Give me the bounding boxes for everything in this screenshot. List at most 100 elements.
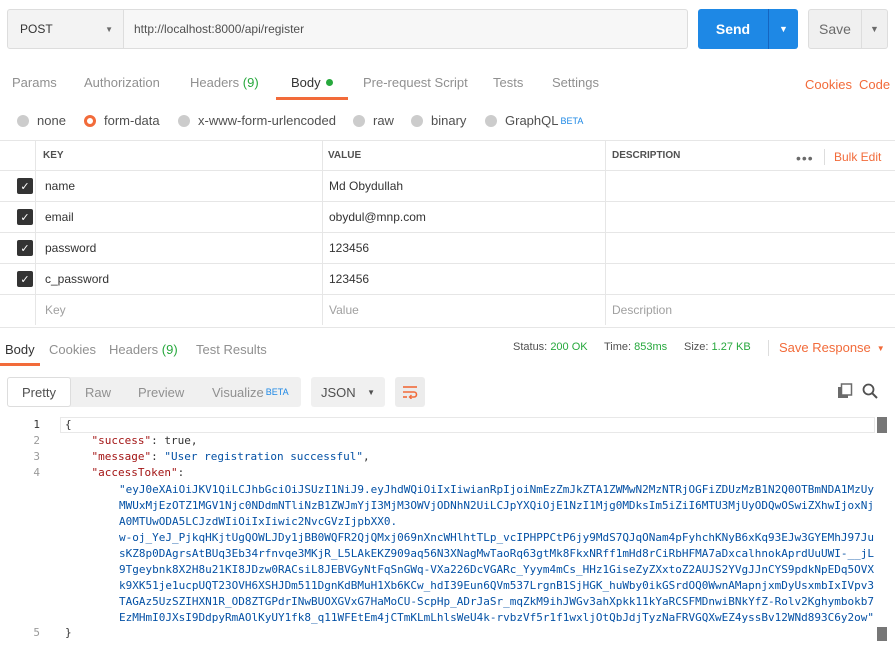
tab-settings[interactable]: Settings [552,75,599,90]
cookies-link[interactable]: Cookies [805,77,852,92]
param-value[interactable]: 123456 [329,264,369,294]
row-checkbox[interactable]: ✓ [17,240,33,256]
send-options-chevron-icon[interactable]: ▼ [768,9,798,49]
radio-raw-label: raw [373,113,394,128]
copy-icon[interactable] [837,383,853,402]
param-key[interactable]: password [45,233,96,263]
response-tabs: Body Cookies Headers (9) Test Results St… [0,327,895,366]
table-row: ✓ password 123456 [0,232,895,263]
tab-authorization[interactable]: Authorization [84,75,160,90]
resp-tab-headers-count: (9) [161,342,178,357]
send-label: Send [715,21,751,37]
more-options-icon[interactable]: ••• [796,150,814,166]
size-value: 1.27 KB [711,341,751,353]
method-label: POST [20,22,53,36]
radio-urlencoded[interactable]: x-www-form-urlencoded [178,113,336,128]
scrollbar-thumb-top[interactable] [877,417,887,433]
time-indicator: Time: 853ms [604,341,667,353]
method-select[interactable]: POST ▼ [7,9,124,49]
close-brace: } [65,626,72,639]
new-value-input[interactable]: Value [329,295,359,325]
tab-prerequest-script[interactable]: Pre-request Script [363,75,468,90]
size-indicator: Size: 1.27 KB [684,341,751,353]
param-key[interactable]: c_password [45,264,109,294]
param-key[interactable]: name [45,171,75,201]
response-format-label: JSON [321,384,356,400]
bulk-edit-link[interactable]: Bulk Edit [834,150,881,164]
active-resp-tab-underline [0,363,40,366]
code-line: "accessToken": [91,466,185,479]
status-indicator: Status: 200 OK [513,341,588,353]
radio-raw[interactable]: raw [353,113,394,128]
format-toolbar: Pretty Raw Preview Visualize BETA [7,377,301,407]
table-row: ✓ email obydul@mnp.com [0,201,895,232]
save-response-label: Save Response [779,340,871,355]
radio-binary[interactable]: binary [411,113,466,128]
tab-headers-count: (9) [242,75,259,90]
code-line: } [65,626,72,639]
response-format-select[interactable]: JSON ▼ [311,377,385,407]
chevron-down-icon: ▼ [367,387,375,397]
save-response-button[interactable]: Save Response ▼ [779,340,885,355]
line-number: 4 [33,466,40,479]
raw-button[interactable]: Raw [85,377,111,407]
json-value: true [164,434,191,447]
row-checkbox[interactable]: ✓ [17,209,33,225]
param-key[interactable]: email [45,202,74,232]
tab-headers-label: Headers [190,75,240,90]
param-value[interactable]: 123456 [329,233,369,263]
code-line: "message": "User registration successful… [91,450,370,463]
save-options-chevron-icon[interactable]: ▼ [861,10,887,48]
tab-headers[interactable]: Headers (9) [190,75,259,90]
token-line: sKZ8p0DAgrsAtBUq3Eb34rfnvqe3MKjR_L5LAkEK… [119,547,874,560]
new-key-input[interactable]: Key [45,295,66,325]
table-row: ✓ name Md Obydullah [0,170,895,201]
request-bar: POST ▼ http://localhost:8000/api/registe… [7,9,888,49]
save-button[interactable]: Save ▼ [808,9,888,49]
tab-tests[interactable]: Tests [493,75,523,90]
row-checkbox[interactable]: ✓ [17,178,33,194]
param-value[interactable]: obydul@mnp.com [329,202,426,232]
status-label: Status: [513,341,548,353]
active-tab-underline [276,97,348,100]
tab-params[interactable]: Params [12,75,57,90]
json-key: "success" [91,434,152,447]
wrap-lines-button[interactable] [395,377,425,407]
radio-form-data[interactable]: form-data [84,113,160,128]
column-header-value: VALUE [328,150,362,161]
table-row: ✓ c_password 123456 [0,263,895,294]
param-value[interactable]: Md Obydullah [329,171,403,201]
form-data-table: KEY VALUE DESCRIPTION ••• Bulk Edit ✓ na… [0,140,895,325]
radio-circle-icon [17,114,29,127]
status-value: 200 OK [550,341,588,353]
row-checkbox[interactable]: ✓ [17,271,33,287]
radio-graphql-label: GraphQL [505,113,559,128]
pretty-button[interactable]: Pretty [7,377,71,407]
code-link[interactable]: Code [859,77,890,92]
editor-scrollbar[interactable] [877,417,887,643]
radio-graphql[interactable]: GraphQL BETA [485,113,583,128]
chevron-down-icon: ▼ [105,24,113,34]
beta-badge: BETA [265,387,289,397]
tab-body[interactable]: Body [291,75,333,90]
size-label: Size: [684,341,709,353]
scrollbar-thumb[interactable] [877,627,887,641]
send-button[interactable]: Send ▼ [698,9,798,49]
resp-tab-cookies[interactable]: Cookies [49,342,96,357]
resp-tab-headers[interactable]: Headers (9) [109,342,178,357]
open-brace: { [65,418,72,431]
resp-tab-test-results[interactable]: Test Results [196,342,267,357]
visualize-button[interactable]: Visualize BETA [212,377,289,407]
resp-tab-body[interactable]: Body [5,342,35,357]
token-line: k9XK51je1ucpUQT23OVH6XSHJDm511DgnKdBMuH1… [119,579,874,592]
radio-none[interactable]: none [17,113,66,128]
new-description-input[interactable]: Description [612,295,672,325]
url-input[interactable]: http://localhost:8000/api/register [124,9,688,49]
search-icon[interactable] [862,383,878,402]
response-body-editor[interactable]: 1 { 2 "success": true, 3 "message": "Use… [0,417,895,653]
token-line: TAGAz5UzSZIHXN1R_OD8ZTGPdrINwBUOXGVxG7Ha… [119,595,874,608]
radio-urlencoded-label: x-www-form-urlencoded [198,113,336,128]
preview-button[interactable]: Preview [138,377,184,407]
tab-body-label: Body [291,75,321,90]
visualize-label: Visualize [212,384,264,400]
